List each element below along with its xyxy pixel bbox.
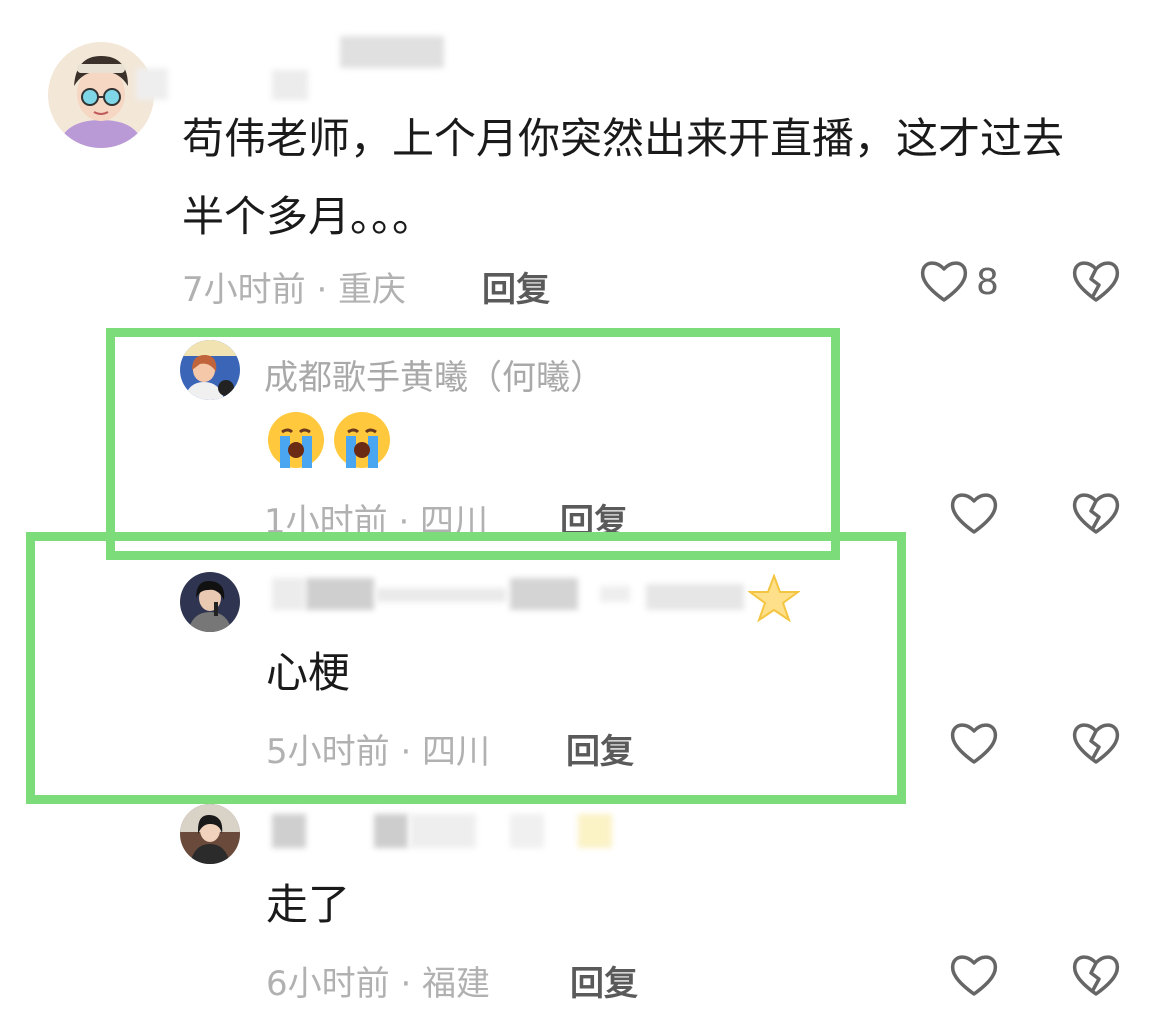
broken-heart-icon — [1072, 723, 1120, 764]
broken-heart-icon — [1072, 493, 1120, 534]
reply-button[interactable]: 回复 — [570, 956, 638, 1005]
dislike-button[interactable] — [1070, 718, 1122, 770]
dislike-button[interactable] — [1070, 256, 1122, 308]
like-button[interactable] — [948, 950, 1000, 1002]
highlight-box — [106, 328, 840, 560]
dislike-button[interactable] — [1070, 950, 1122, 1002]
username-redacted — [374, 814, 408, 848]
username-redacted — [272, 814, 306, 848]
comment-text-line: 半个多月。。。 — [182, 192, 435, 241]
heart-icon — [950, 493, 998, 534]
heart-icon — [920, 261, 968, 302]
username-redacted — [340, 36, 444, 68]
username-redacted — [136, 68, 168, 100]
like-button[interactable] — [948, 488, 1000, 540]
timestamp-location: 7小时前 · 重庆 — [182, 270, 407, 310]
highlight-box — [26, 532, 906, 804]
comment-text: 苟伟老师，上个月你突然出来开直播，这才过去 半个多月。。。 — [182, 100, 1142, 256]
comment-text-line: 苟伟老师，上个月你突然出来开直播，这才过去 — [182, 114, 1065, 163]
like-count: 8 — [976, 262, 999, 303]
heart-icon — [950, 723, 998, 764]
username-redacted — [272, 70, 308, 100]
timestamp-location: 6小时前 · 福建 — [266, 964, 491, 1004]
like-button[interactable] — [948, 718, 1000, 770]
username-redacted — [410, 814, 476, 848]
reply-button[interactable]: 回复 — [482, 262, 550, 311]
username-redacted — [578, 814, 612, 848]
heart-icon — [950, 955, 998, 996]
broken-heart-icon — [1072, 955, 1120, 996]
avatar[interactable] — [180, 804, 240, 864]
broken-heart-icon — [1072, 261, 1120, 302]
like-button[interactable] — [918, 256, 970, 308]
username-redacted — [510, 814, 544, 848]
comment-text: 走了 — [266, 880, 351, 929]
dislike-button[interactable] — [1070, 488, 1122, 540]
